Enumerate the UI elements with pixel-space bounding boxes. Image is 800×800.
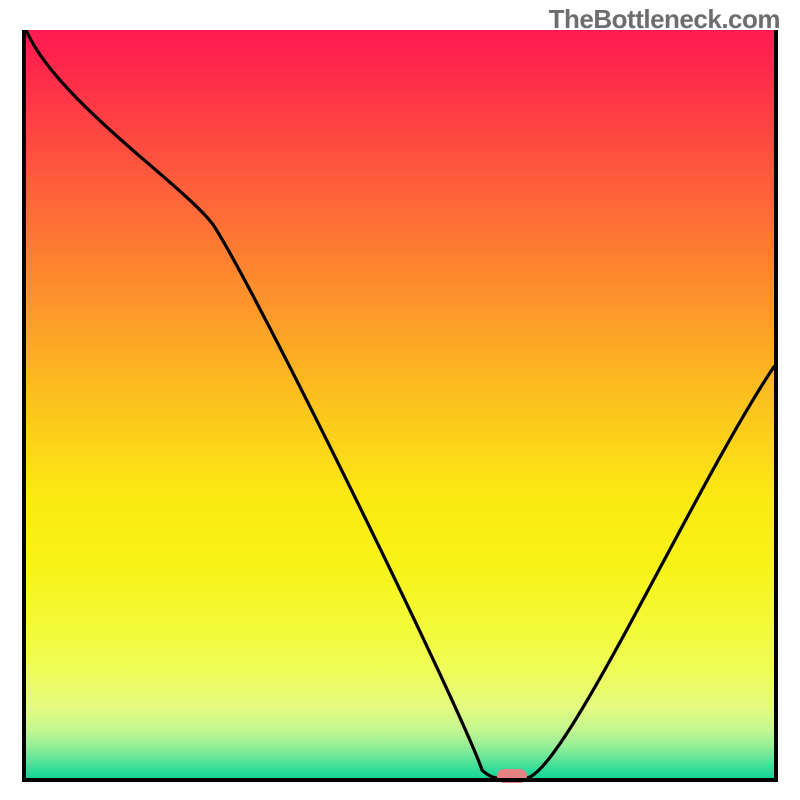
chart-background xyxy=(26,30,774,778)
watermark-text: TheBottleneck.com xyxy=(549,4,780,35)
bottleneck-chart: TheBottleneck.com xyxy=(0,0,800,800)
optimum-marker xyxy=(497,769,527,783)
